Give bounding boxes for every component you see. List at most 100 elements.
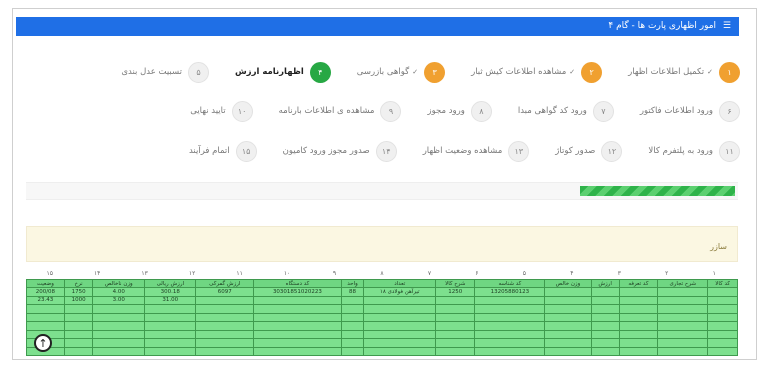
step-number-badge: ۱۰ bbox=[231, 100, 253, 122]
step-number-badge: ۶ bbox=[719, 100, 740, 122]
column-header[interactable]: ارزش bbox=[590, 279, 620, 288]
table-cell bbox=[92, 329, 146, 339]
column-header[interactable]: کد کالا bbox=[707, 279, 738, 288]
table-row[interactable] bbox=[26, 321, 738, 331]
table-cell bbox=[363, 338, 437, 348]
column-number: ۶ bbox=[475, 270, 479, 277]
table-cell bbox=[707, 338, 738, 348]
column-header[interactable]: کد دستگاه bbox=[253, 279, 342, 288]
table-cell bbox=[253, 329, 342, 339]
table-cell bbox=[92, 338, 146, 348]
table-cell bbox=[618, 287, 659, 297]
step-number-badge: ۱۱ bbox=[719, 140, 740, 162]
step-number-badge: ۱۴ bbox=[375, 140, 397, 162]
table-cell bbox=[253, 304, 342, 314]
table-cell bbox=[544, 287, 592, 297]
column-header[interactable]: وزن خالص bbox=[544, 279, 592, 288]
table-cell bbox=[544, 329, 592, 339]
step-label: ورود به پلتفرم کالا bbox=[648, 146, 713, 156]
column-header[interactable]: نرخ bbox=[63, 279, 94, 288]
table-cell bbox=[363, 295, 437, 305]
table-cell bbox=[340, 295, 365, 305]
table-cell: 30301851020223 bbox=[253, 287, 342, 297]
table-cell: تیرآهن فولادی ۱۸ bbox=[363, 287, 437, 297]
column-header[interactable]: تعداد bbox=[363, 279, 437, 288]
step-label: مشاهده وضعیت اظهار bbox=[422, 146, 503, 156]
page-header: ☰ امور اظهاری پارت ها - گام ۴ bbox=[16, 17, 739, 36]
table-row[interactable] bbox=[26, 338, 738, 348]
step-r3-1[interactable]: ۱۱ ورود به پلتفرم کالا bbox=[648, 140, 740, 162]
table-row[interactable] bbox=[26, 312, 738, 322]
table-cell bbox=[63, 312, 94, 322]
step-r1-4[interactable]: ۴ اظهارنامه ارزش bbox=[235, 61, 331, 83]
table-cell bbox=[590, 329, 620, 339]
scroll-to-top-button[interactable]: ↑ bbox=[34, 334, 52, 352]
step-r3-5[interactable]: ۱۵ اتمام فرآیند bbox=[189, 140, 257, 162]
goods-table: کد کالا شرح تجاری کد تعرفه ارزش وزن خالص کد ش… bbox=[26, 279, 738, 356]
table-cell bbox=[195, 304, 255, 314]
table-cell bbox=[707, 321, 738, 331]
progress-bar bbox=[580, 186, 735, 196]
table-cell: 13205880123 bbox=[474, 287, 546, 297]
column-header[interactable]: وضعیت bbox=[26, 279, 65, 288]
table-cell bbox=[63, 321, 94, 331]
step-label: صدور مجوز ورود کامیون bbox=[282, 146, 370, 156]
step-r1-5[interactable]: ۵ تسبیت عدل بندی bbox=[121, 61, 209, 83]
table-cell bbox=[618, 304, 659, 314]
step-r2-5[interactable]: ۱۰ تایید نهایی bbox=[190, 100, 253, 122]
step-r1-1[interactable]: ۱ ✓ تکمیل اطلاعات اظهار bbox=[628, 61, 740, 83]
table-cell bbox=[435, 304, 476, 314]
step-number-badge: ۲ bbox=[581, 61, 603, 83]
step-r3-2[interactable]: ۱۲ صدور کوتاژ bbox=[555, 140, 623, 162]
step-number-badge: ۹ bbox=[380, 100, 402, 122]
table-cell bbox=[253, 312, 342, 322]
table-cell: 1750 bbox=[63, 287, 94, 297]
table-row[interactable] bbox=[26, 346, 738, 356]
table-row[interactable]: 31.00 3.00 1000 23.43 bbox=[26, 295, 738, 305]
column-header[interactable]: ارزش گمرکی bbox=[195, 279, 255, 288]
table-cell bbox=[435, 329, 476, 339]
step-r2-3[interactable]: ۸ ورود مجوز bbox=[427, 100, 492, 122]
column-number: ۹ bbox=[332, 270, 337, 277]
table-cell bbox=[144, 312, 197, 322]
table-cell bbox=[26, 304, 65, 314]
step-r3-4[interactable]: ۱۴ صدور مجوز ورود کامیون bbox=[282, 140, 397, 162]
table-cell bbox=[435, 312, 476, 322]
table-row[interactable] bbox=[26, 304, 738, 314]
column-header[interactable]: واحد bbox=[340, 279, 365, 288]
table-cell: 1250 bbox=[435, 287, 476, 297]
table-cell bbox=[26, 321, 65, 331]
table-cell bbox=[544, 295, 592, 305]
step-number-badge: ۴ bbox=[309, 61, 331, 83]
step-r2-4[interactable]: ۹ مشاهده ی اطلاعات بارنامه bbox=[279, 100, 402, 122]
table-cell bbox=[657, 312, 709, 322]
column-header[interactable]: وزن ناخالص bbox=[92, 279, 146, 288]
table-cell bbox=[92, 346, 146, 356]
table-row[interactable] bbox=[26, 329, 738, 339]
check-icon: ✓ bbox=[569, 68, 576, 76]
table-cell bbox=[544, 321, 592, 331]
table-cell bbox=[707, 304, 738, 314]
table-cell bbox=[657, 329, 709, 339]
step-r2-2[interactable]: ۷ ورود کد گواهی مبدا bbox=[518, 100, 614, 122]
step-r2-1[interactable]: ۶ ورود اطلاعات فاکتور bbox=[640, 100, 740, 122]
step-r1-2[interactable]: ۲ ✓ مشاهده اطلاعات کیش ثبار bbox=[471, 61, 603, 83]
table-cell bbox=[618, 312, 659, 322]
table-cell: 200/08 bbox=[26, 287, 65, 297]
step-r3-3[interactable]: ۱۳ مشاهده وضعیت اظهار bbox=[422, 140, 530, 162]
column-header[interactable]: شرح کالا bbox=[435, 279, 476, 288]
table-cell bbox=[435, 321, 476, 331]
step-r1-3[interactable]: ۳ ✓ گواهی بازرسی bbox=[357, 61, 446, 83]
table-row[interactable]: 13205880123 1250 تیرآهن فولادی ۱۸ 88 3030185… bbox=[26, 287, 738, 297]
table-cell bbox=[590, 321, 620, 331]
column-header[interactable]: کد تعرفه bbox=[618, 279, 659, 288]
column-header[interactable]: ارزش ریالی bbox=[144, 279, 197, 288]
column-header[interactable]: شرح تجاری bbox=[657, 279, 709, 288]
step-label: تسبیت عدل بندی bbox=[121, 67, 182, 77]
table-cell bbox=[657, 304, 709, 314]
table-cell bbox=[195, 295, 255, 305]
column-number: ۴ bbox=[570, 270, 574, 277]
table-cell bbox=[474, 304, 546, 314]
column-header[interactable]: کد شناسه bbox=[474, 279, 546, 288]
step-number-badge: ۱۲ bbox=[601, 140, 623, 162]
